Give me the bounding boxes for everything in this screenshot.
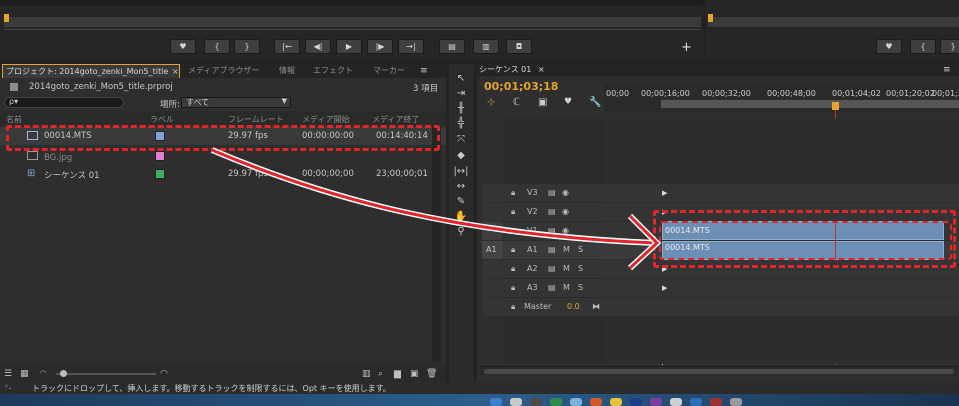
dock-strip <box>0 394 959 406</box>
dock-app-icon[interactable] <box>650 398 662 406</box>
dock-app-icon[interactable] <box>590 398 602 406</box>
status-icon: ◦. <box>4 382 12 391</box>
dock-app-icon[interactable] <box>670 398 682 406</box>
dock-app-icon[interactable] <box>490 398 502 406</box>
dock-app-icon[interactable] <box>530 398 542 406</box>
drag-arrow <box>210 147 662 271</box>
status-bar: ◦. トラックにドロップして、挿入します。移動するトラックを制限するには、Opt… <box>0 382 959 394</box>
dock-app-icon[interactable] <box>730 398 742 406</box>
dock-app-icon[interactable] <box>570 398 582 406</box>
dock-app-icon[interactable] <box>510 398 522 406</box>
status-message: トラックにドロップして、挿入します。移動するトラックを制限するには、Opt キー… <box>32 384 391 393</box>
dock-app-icon[interactable] <box>630 398 642 406</box>
dock-app-icon[interactable] <box>710 398 722 406</box>
dock-app-icon[interactable] <box>690 398 702 406</box>
dock-app-icon[interactable] <box>550 398 562 406</box>
dock-app-icon[interactable] <box>610 398 622 406</box>
